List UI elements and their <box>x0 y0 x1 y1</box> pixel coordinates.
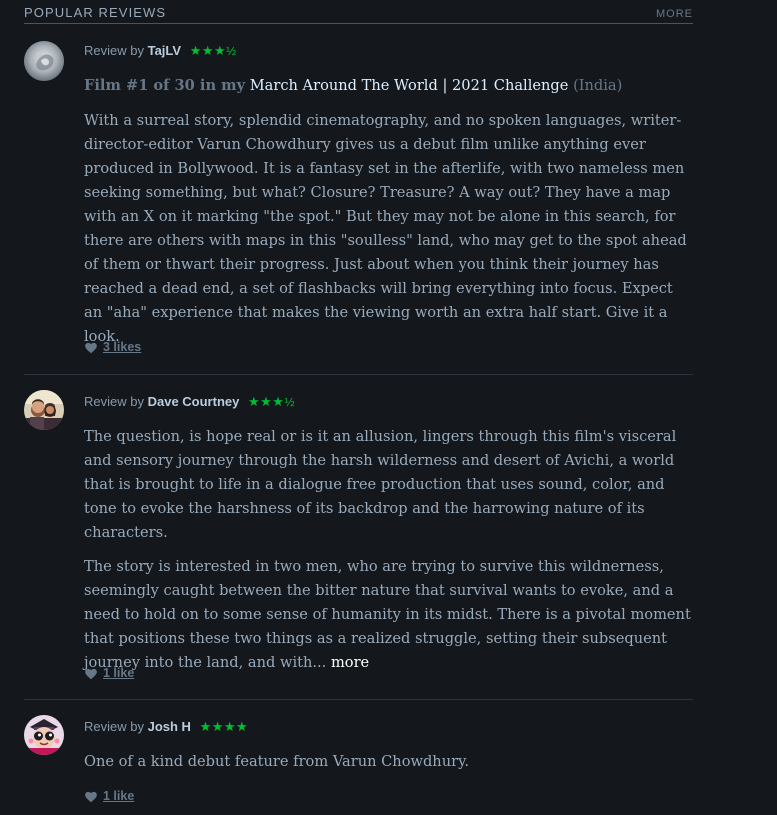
review-paragraph: With a surreal story, splendid cinematog… <box>84 112 687 345</box>
section-title: POPULAR REVIEWS <box>24 5 167 20</box>
review-paragraph-text: The story is interested in two men, who … <box>84 558 691 671</box>
review-by-label: Review by <box>84 394 144 409</box>
list-link[interactable]: March Around The World | 2021 Challenge <box>250 77 569 94</box>
review-paragraph-truncated: The story is interested in two men, who … <box>84 555 694 675</box>
review-attribution: Review by TajLV ★★★½ <box>84 43 237 59</box>
review-attribution: Review by Josh H ★★★★ <box>84 719 248 735</box>
more-reviews-link[interactable]: MORE <box>656 8 693 20</box>
review-paragraph: One of a kind debut feature from Varun C… <box>84 753 470 770</box>
avatar-image <box>24 390 64 430</box>
read-more-link[interactable]: more <box>331 654 369 671</box>
review-by-label: Review by <box>84 719 144 734</box>
review-item: Review by Dave Courtney ★★★½ The questio… <box>24 375 693 700</box>
review-body: Film #1 of 30 in my March Around The Wor… <box>84 74 694 359</box>
avatar[interactable] <box>24 390 64 430</box>
rating-stars-full: ★★★★ <box>199 719 249 734</box>
review-attribution: Review by Dave Courtney ★★★½ <box>84 394 295 410</box>
likes-link[interactable]: 1 like <box>84 789 134 803</box>
rating-stars: ★★★½ <box>248 394 295 409</box>
rating-stars: ★★★★ <box>200 719 249 734</box>
heart-icon <box>85 342 97 353</box>
review-body: One of a kind debut feature from Varun C… <box>84 750 694 784</box>
review-item: Review by TajLV ★★★½ Film #1 of 30 in my… <box>24 24 693 375</box>
list-context: Film #1 of 30 in my March Around The Wor… <box>84 74 694 98</box>
avatar[interactable] <box>24 41 64 81</box>
likes-count: 1 like <box>103 666 135 680</box>
review-author-link[interactable]: TajLV <box>148 43 181 58</box>
avatar-image <box>24 715 64 755</box>
heart-icon <box>85 791 97 802</box>
likes-count: 3 likes <box>103 340 142 354</box>
avatar-image <box>24 41 64 81</box>
rating-stars-full: ★★★ <box>247 394 285 409</box>
list-suffix: (India) <box>573 77 623 94</box>
review-author-link[interactable]: Dave Courtney <box>148 394 240 409</box>
likes-link[interactable]: 3 likes <box>84 340 141 354</box>
list-prefix: Film #1 of 30 in my <box>84 77 246 94</box>
rating-stars-full: ★★★ <box>189 43 227 58</box>
likes-link[interactable]: 1 like <box>84 666 134 680</box>
review-by-label: Review by <box>84 43 144 58</box>
review-author-link[interactable]: Josh H <box>148 719 191 734</box>
review-item: Review by Josh H ★★★★ One of a kind debu… <box>24 700 693 815</box>
review-body: The question, is hope real or is it an a… <box>84 425 694 685</box>
review-paragraph: The question, is hope real or is it an a… <box>84 428 677 541</box>
rating-stars-half: ½ <box>226 44 237 58</box>
likes-count: 1 like <box>103 789 135 803</box>
rating-stars: ★★★½ <box>190 43 237 58</box>
section-header: POPULAR REVIEWS MORE <box>24 0 693 24</box>
heart-icon <box>85 668 97 679</box>
avatar[interactable] <box>24 715 64 755</box>
rating-stars-half: ½ <box>284 395 295 409</box>
